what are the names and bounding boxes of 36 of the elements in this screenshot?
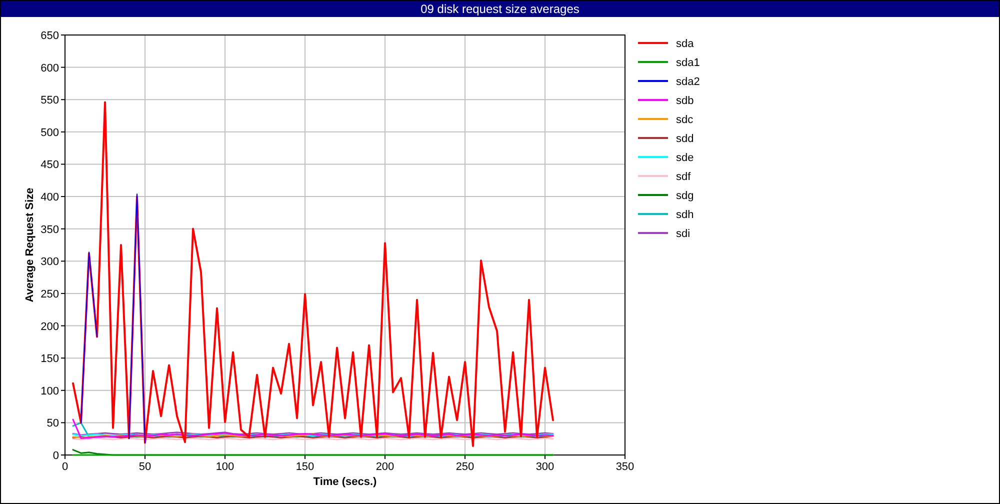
tick-label: 100 (216, 461, 234, 473)
tick-label: 200 (376, 461, 394, 473)
tick-label: 50 (46, 418, 59, 430)
legend-label: sdf (676, 171, 691, 183)
legend-label: sdh (676, 209, 694, 221)
tick-label: 100 (40, 385, 59, 398)
tick-label: 300 (40, 256, 59, 268)
chart-title: 09 disk request size averages (1, 1, 999, 17)
axis-title: Time (secs.) (313, 476, 377, 488)
tick-label: 0 (62, 461, 68, 473)
legend-label: sdg (676, 190, 694, 202)
tick-label: 50 (138, 461, 152, 473)
tick-label: 350 (616, 461, 634, 473)
tick-label: 300 (536, 461, 554, 473)
tick-label: 550 (40, 94, 59, 107)
tick-label: 200 (40, 320, 59, 333)
tick-label: 500 (40, 126, 59, 139)
legend-label: sdd (676, 133, 694, 145)
legend-label: sde (676, 152, 694, 164)
legend-label: sdc (676, 114, 694, 126)
tick-label: 350 (40, 224, 59, 236)
legend-label: sda (676, 38, 694, 50)
legend-label: sda1 (676, 57, 700, 69)
legend-label: sda2 (676, 76, 700, 88)
legend-label: sdi (676, 228, 690, 240)
tick-label: 150 (296, 461, 314, 473)
axis-title: Average Request Size (24, 188, 36, 302)
tick-label: 250 (456, 461, 474, 473)
legend-label: sdb (676, 95, 694, 107)
tick-label: 400 (40, 192, 59, 204)
tick-label: 600 (40, 62, 59, 74)
tick-label: 250 (40, 288, 59, 300)
tick-label: 450 (40, 159, 59, 172)
tick-label: 150 (40, 353, 59, 366)
tick-label: 650 (40, 30, 59, 42)
tick-label: 0 (52, 450, 59, 462)
